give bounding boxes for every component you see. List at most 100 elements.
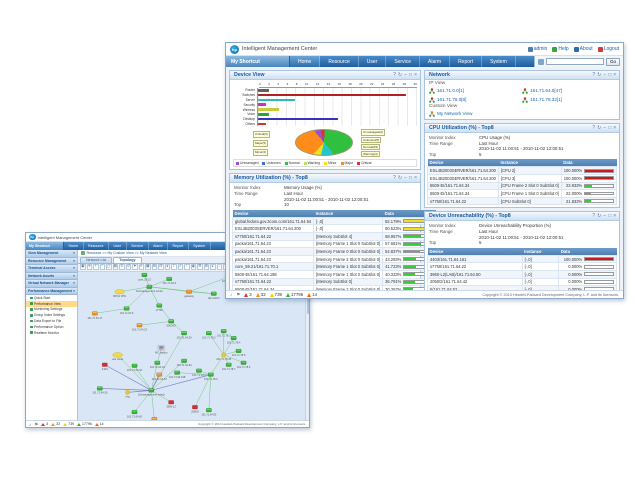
alarm-count[interactable]: 3 bbox=[244, 292, 251, 297]
minimize-icon[interactable]: − bbox=[404, 73, 407, 78]
topology-node-sw[interactable]: 161.71.64.94 bbox=[177, 359, 193, 367]
help-icon[interactable]: ? bbox=[592, 126, 595, 131]
topology-node-red[interactable]: 4403 bbox=[102, 363, 108, 371]
search-input[interactable] bbox=[546, 58, 604, 65]
topology-node-red[interactable]: 2050G bbox=[191, 405, 199, 413]
refresh-icon[interactable]: ↻ bbox=[597, 73, 601, 78]
close-icon[interactable]: × bbox=[414, 73, 417, 78]
delete-icon[interactable]: × bbox=[178, 264, 184, 270]
refresh-icon[interactable]: ↻ bbox=[597, 126, 601, 131]
undo-icon[interactable]: ↺ bbox=[126, 264, 132, 270]
topology-node-sw[interactable]: 161.71.64.9 bbox=[120, 307, 134, 315]
topology-node-yellow[interactable]: ring bbox=[125, 390, 130, 398]
table-row[interactable]: s7750/161.71.64.22[Memory SubSlot 4]58.9… bbox=[233, 232, 436, 240]
alarm-count[interactable]: 32 bbox=[256, 292, 266, 297]
menu-tab-resource[interactable]: Resource bbox=[84, 242, 109, 250]
table-row[interactable]: 2050G/161.71.64.42[-,0]0.000% bbox=[428, 278, 617, 286]
help-link[interactable]: Help bbox=[552, 46, 568, 52]
refresh-icon[interactable]: ↻ bbox=[398, 73, 402, 78]
menu-tab-service[interactable]: Service bbox=[127, 242, 149, 250]
topology-node-sw[interactable]: 161.71.64.50 bbox=[92, 387, 108, 395]
restore-icon[interactable]: □ bbox=[608, 126, 611, 131]
sidebar-item-realtime-monitor[interactable]: Realtime Monitor bbox=[26, 330, 77, 336]
sidebar-section-network-assets[interactable]: Network Assets» bbox=[26, 273, 77, 281]
ip-view-link[interactable]: 161.71.64.0[47] bbox=[522, 87, 615, 94]
admin-link[interactable]: admin bbox=[528, 46, 548, 52]
alarm-count[interactable]: 739 bbox=[270, 292, 282, 297]
refresh-icon[interactable]: ↻ bbox=[597, 214, 601, 219]
fit-view-icon[interactable]: ◻ bbox=[106, 264, 112, 270]
alarm-count[interactable]: 14 bbox=[95, 422, 104, 426]
alarm-count[interactable]: 3 bbox=[41, 422, 48, 426]
menu-tab-system[interactable]: System bbox=[189, 242, 211, 250]
topology-node-sw[interactable]: 161.71.78.5 bbox=[232, 349, 246, 357]
zoom-in-icon[interactable]: + bbox=[93, 264, 99, 270]
menu-tab-home[interactable]: Home bbox=[64, 242, 84, 250]
topology-node-sw[interactable]: 161.71.64.34 bbox=[127, 364, 143, 372]
alarm-count[interactable]: 32 bbox=[51, 422, 60, 426]
logout-link[interactable]: Logout bbox=[598, 46, 619, 52]
sound-toggle-icon[interactable]: ♪ bbox=[29, 422, 31, 427]
topology-node-sw[interactable]: 161.71.78.7 bbox=[222, 363, 236, 371]
topology-node-sw[interactable]: 161.71.64.42 bbox=[150, 361, 166, 369]
tab-network-list[interactable]: Network List bbox=[80, 257, 112, 263]
layout-icon[interactable]: ▦ bbox=[145, 264, 151, 270]
help-icon[interactable]: ? bbox=[393, 73, 396, 78]
grid-icon[interactable]: ⊞ bbox=[204, 264, 210, 270]
sidebar-section-virtual-network-manager[interactable]: Virtual Network Manager» bbox=[26, 280, 77, 288]
table-row[interactable]: 5500-EI/161.71.64.34[CPU Frame 1 Slot 0 … bbox=[428, 190, 617, 198]
restore-icon[interactable]: □ bbox=[608, 73, 611, 78]
topology-node-sw[interactable]: 161.71.78.2 bbox=[202, 331, 216, 339]
table-row[interactable]: s7750/161.71.64.22[-,0]0.000% bbox=[428, 263, 617, 271]
my-shortcut-button[interactable]: My Shortcut bbox=[226, 56, 290, 67]
alarm-count[interactable]: 14 bbox=[307, 292, 317, 297]
pan-icon[interactable]: ✛ bbox=[87, 264, 93, 270]
ip-view-link[interactable]: 161.71.78.0[8] bbox=[429, 96, 522, 103]
topology-node-rt[interactable]: 161.71.64.17 bbox=[87, 312, 103, 320]
minimize-icon[interactable]: − bbox=[603, 73, 606, 78]
close-icon[interactable]: × bbox=[613, 214, 616, 219]
minimize-icon[interactable]: − bbox=[404, 176, 407, 181]
restore-icon[interactable]: □ bbox=[608, 214, 611, 219]
overview-icon[interactable]: ▤ bbox=[113, 264, 119, 270]
restore-icon[interactable]: □ bbox=[409, 176, 412, 181]
alarm-flag-icon[interactable]: ⚑ bbox=[236, 292, 240, 297]
menu-tab-home[interactable]: Home bbox=[290, 56, 320, 67]
table-row[interactable]: ESL4B2003SERVER/161.71.64.200[-,0]80.523… bbox=[233, 225, 436, 233]
settings-icon[interactable]: ☰ bbox=[197, 264, 203, 270]
minimize-icon[interactable]: − bbox=[603, 126, 606, 131]
table-row[interactable]: core_59.21/161.71.70.1[Memory Frame 1 Sl… bbox=[233, 263, 436, 271]
save-icon[interactable]: ▼ bbox=[132, 264, 138, 270]
topology-link[interactable] bbox=[128, 390, 152, 392]
close-icon[interactable]: × bbox=[613, 126, 616, 131]
topology-node-sw[interactable]: 161.71.64.60 bbox=[127, 410, 143, 418]
menu-tab-report[interactable]: Report bbox=[168, 242, 189, 250]
sidebar-section-terminal-access[interactable]: Terminal Access» bbox=[26, 265, 77, 273]
topology-link[interactable] bbox=[100, 388, 152, 390]
menu-tab-service[interactable]: Service bbox=[386, 56, 420, 67]
help-icon[interactable]: ? bbox=[592, 214, 595, 219]
table-row[interactable]: ESL4B2003SERVER/161.71.64.200[CPU 3]100.… bbox=[428, 174, 617, 182]
table-row[interactable]: 4403/161.71.64.161[-,0]100.000% bbox=[428, 255, 617, 263]
table-row[interactable]: s7750/161.71.64.22[CPU SubSlot 0]21.833% bbox=[428, 197, 617, 205]
topology-node-sw[interactable]: 161.71.78.6 bbox=[237, 361, 251, 369]
imc-dashboard-window[interactable]: hp Intelligent Management Center adminHe… bbox=[225, 42, 624, 299]
menu-tab-resource[interactable]: Resource bbox=[320, 56, 358, 67]
topology-node-sw[interactable]: 5500-EI bbox=[167, 320, 176, 328]
topology-node-sw[interactable]: 161.71.70.1 bbox=[192, 369, 206, 377]
print-icon[interactable]: ≡ bbox=[139, 264, 145, 270]
topology-node-sw[interactable]: 161.71.64.55 bbox=[201, 408, 217, 416]
menu-tab-system[interactable]: System bbox=[482, 56, 516, 67]
alarm-flag-icon[interactable]: ⚑ bbox=[34, 422, 38, 427]
about-link[interactable]: About bbox=[574, 46, 593, 52]
table-row[interactable]: packa/161.71.64.23[Memory Frame 2 Slot 0… bbox=[233, 255, 436, 263]
ip-view-link[interactable]: 161.71.0.0[1] bbox=[429, 87, 522, 94]
sidebar-section-view-management[interactable]: View Management» bbox=[26, 250, 77, 258]
restore-icon[interactable]: □ bbox=[409, 73, 412, 78]
topology-node-pc[interactable]: MC station bbox=[155, 345, 168, 354]
add-link-icon[interactable]: / bbox=[171, 264, 177, 270]
menu-tab-alarm[interactable]: Alarm bbox=[149, 242, 168, 250]
tab-topology[interactable]: Topology bbox=[113, 257, 141, 263]
alarm-count[interactable]: 17796 bbox=[77, 422, 92, 426]
menu-tab-user[interactable]: User bbox=[109, 242, 127, 250]
